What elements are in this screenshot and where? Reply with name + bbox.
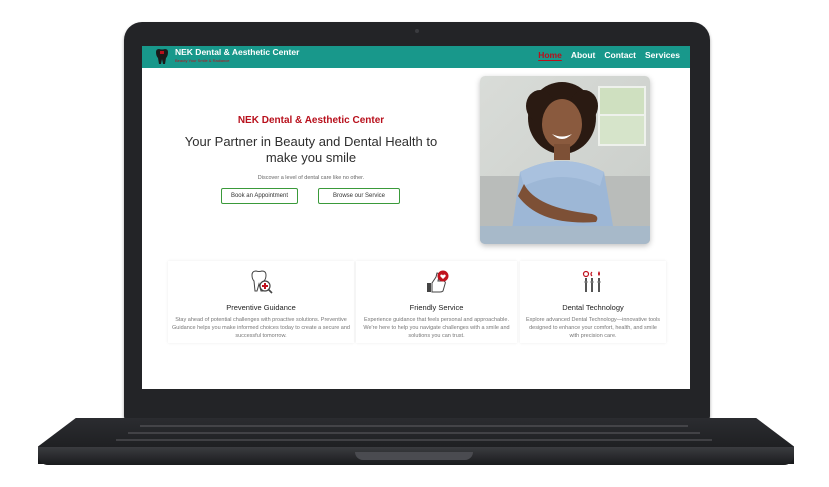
nav-link-about[interactable]: About [571,50,596,60]
nav-link-contact[interactable]: Contact [604,50,636,60]
nav-link-home[interactable]: Home [538,50,562,60]
feature-card-preventive: Preventive Guidance Stay ahead of potent… [168,261,354,343]
feature-text: Experience guidance that feels personal … [363,317,510,339]
hero-org-name: NEK Dental & Aesthetic Center [237,115,385,126]
feature-card-friendly: Friendly Service Experience guidance tha… [356,261,517,343]
hero-photo-smiling-woman [480,76,650,244]
feature-card-technology: Dental Technology Explore advanced Denta… [520,261,666,343]
webcam [415,29,419,33]
hero-title: Your Partner in Beauty and Dental Health… [184,134,438,165]
website-screen: NEK Dental & Aesthetic Center Beauty You… [142,46,690,389]
tooth-logo-icon[interactable] [154,48,170,65]
feature-text: Stay ahead of potential challenges with … [172,317,350,339]
feature-text: Explore advanced Dental Technology—innov… [525,317,661,339]
tooth-magnifier-icon [251,270,273,294]
brand-tagline: Beauty Your Smile & Radiance [175,58,230,63]
book-appointment-button[interactable]: Book an Appointment [221,188,298,204]
keyboard-row [128,432,700,434]
hero-subtitle: Discover a level of dental care like no … [257,175,365,181]
navbar: NEK Dental & Aesthetic Center Beauty You… [142,46,690,68]
dental-instruments-icon [582,270,601,292]
browse-service-button[interactable]: Browse our Service [318,188,400,204]
nav-links: Home About Contact Services [538,50,680,60]
thumbs-up-heart-icon [426,270,448,293]
trackpad-notch [355,452,473,460]
feature-title: Preventive Guidance [226,303,296,312]
feature-title: Friendly Service [409,303,464,312]
keyboard-row [140,425,688,427]
nav-link-services[interactable]: Services [645,50,680,60]
keyboard-row [116,439,712,441]
brand-name[interactable]: NEK Dental & Aesthetic Center [175,47,299,57]
feature-title: Dental Technology [562,303,624,312]
